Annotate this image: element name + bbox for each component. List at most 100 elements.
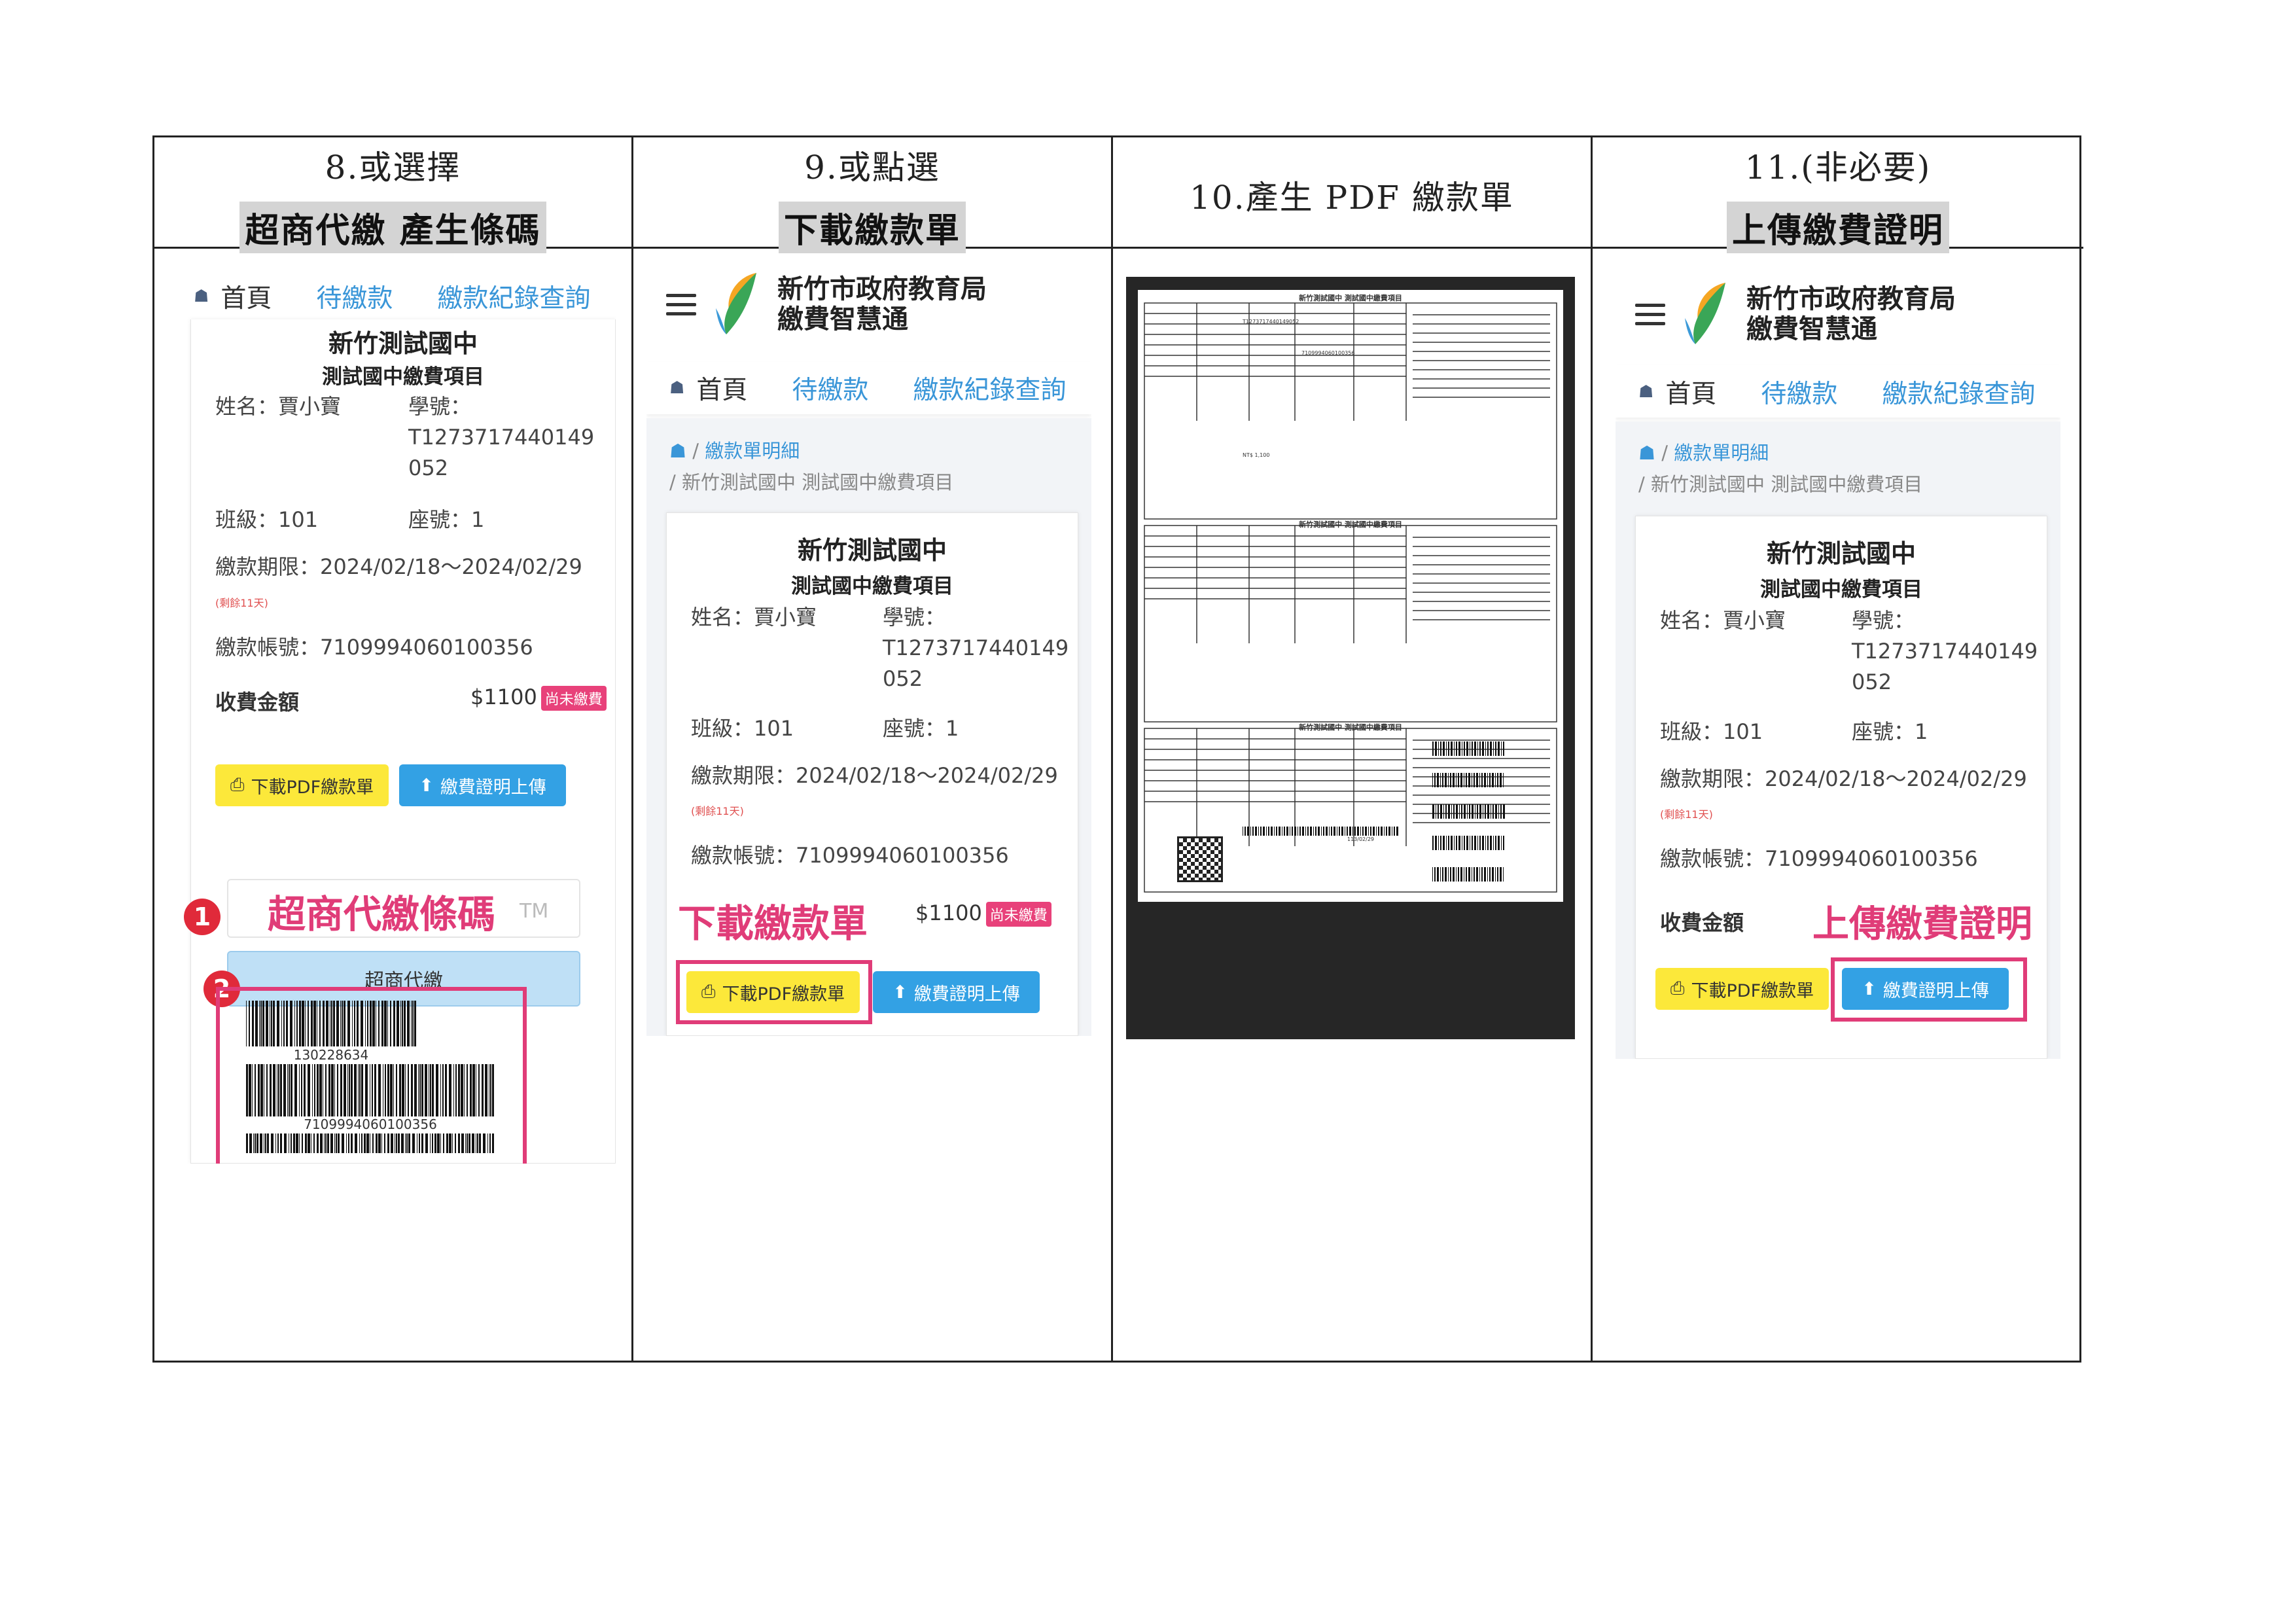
barcode-1: [246, 1001, 416, 1046]
step-11-header: 11.(非必要) 上傳繳費證明: [1593, 137, 2083, 253]
breadcrumb-home-icon[interactable]: ☗: [1638, 442, 1655, 464]
student-id-line2: 052: [883, 666, 923, 691]
step-8-body: ☗ 首頁 待繳款 繳款紀錄查詢 新竹測試國中 測試國中繳費項目 姓名：賈小寶 學號…: [154, 251, 631, 1361]
step-8-header: 8.或選擇 超商代繳 產生條碼: [154, 137, 631, 253]
nav-home[interactable]: ☗ 首頁: [669, 370, 747, 406]
upload-proof-label: 繳費證明上傳: [440, 777, 546, 798]
breadcrumb-home-icon[interactable]: ☗: [669, 440, 686, 462]
nav-pending[interactable]: 待繳款: [316, 278, 393, 315]
upload-highlight-box: [1831, 957, 2027, 1022]
step-9-highlight: 下載繳款單: [778, 202, 966, 253]
breadcrumb-title[interactable]: 繳款單明細: [1674, 442, 1769, 464]
class: 班級：101: [1660, 719, 1763, 744]
student-id-label: 學號：: [1852, 608, 1915, 633]
menu-icon[interactable]: [666, 293, 696, 315]
status-badge: 尚未繳費: [540, 686, 607, 711]
fee-item: 測試國中繳費項目: [791, 575, 953, 598]
menu-icon[interactable]: [1635, 303, 1665, 325]
payment-period: 繳款期限：2024/02/18～2024/02/29: [215, 554, 582, 579]
download-pdf-button[interactable]: ⎙ 下載PDF繳款單: [215, 764, 389, 806]
student-name: 姓名：賈小寶: [215, 394, 342, 419]
payment-account: 繳款帳號：7109994060100356: [1660, 846, 1978, 871]
upload-callout: 上傳繳費證明: [1812, 903, 2032, 946]
logo-icon: [1685, 283, 1725, 344]
class: 班級：101: [691, 716, 794, 741]
amount: $1100 尚未繳費: [470, 685, 607, 711]
bill-card: 新竹測試國中 測試國中繳費項目 姓名：賈小寶 學號： T1273717440149…: [666, 512, 1078, 1036]
student-id-label: 學號：: [883, 605, 946, 630]
fee-item: 測試國中繳費項目: [1760, 578, 1922, 601]
step-8-highlight: 超商代繳 產生條碼: [239, 202, 546, 253]
amount-value: $1100: [470, 685, 537, 709]
step-9-body: 新竹市政府教育局 繳費智慧通 ☗ 首頁 待繳款 繳款紀錄查詢 ☗ / 繳款單明細 / …: [633, 251, 1111, 1361]
callout-number-1: 1: [184, 899, 221, 935]
pdf-page: 新竹測試國中 測試國中繳費項目 新竹測試國中 測試國中繳費項目 新竹測試國中 測…: [1138, 290, 1563, 902]
payment-period: 繳款期限：2024/02/18～2024/02/29: [1660, 766, 2027, 791]
nav-history[interactable]: 繳款紀錄查詢: [913, 370, 1066, 406]
breadcrumb: ☗ / 繳款單明細 / 新竹測試國中 測試國中繳費項目: [669, 440, 954, 493]
nav-history[interactable]: 繳款紀錄查詢: [437, 278, 590, 315]
class: 班級：101: [215, 507, 319, 532]
upload-proof-button[interactable]: ⬆ 繳費證明上傳: [399, 764, 566, 806]
nav-pending[interactable]: 待繳款: [1761, 374, 1837, 410]
student-id-label: 學號：: [408, 394, 472, 419]
home-icon: ☗: [669, 378, 685, 398]
amount-value: $1100: [915, 901, 982, 925]
amount-label: 收費金額: [1660, 910, 1744, 935]
upload-icon: ⬆: [419, 775, 434, 796]
upload-proof-label: 繳費證明上傳: [913, 984, 1020, 1005]
fee-item: 測試國中繳費項目: [322, 365, 484, 389]
payment-account: 繳款帳號：7109994060100356: [215, 635, 533, 660]
seat: 座號：1: [1852, 719, 1928, 744]
student-name: 姓名：賈小寶: [1660, 608, 1786, 633]
download-callout: 下載繳款單: [678, 901, 868, 946]
days-left: (剩餘11天): [215, 597, 268, 609]
student-id-line1: T1273717440149: [1852, 639, 2038, 664]
nav-history[interactable]: 繳款紀錄查詢: [1882, 374, 2035, 410]
barcode-callout: 超商代繳條碼: [268, 892, 496, 936]
student-id: 學號： T1273717440149 052: [883, 602, 1069, 694]
step-8-column: 8.或選擇 超商代繳 產生條碼 ☗ 首頁 待繳款 繳款紀錄查詢 新竹測試國中 測試…: [154, 137, 633, 1361]
brand-title: 新竹市政府教育局 繳費智慧通: [777, 274, 987, 334]
pdf-slip-drawing: [1144, 302, 1557, 893]
app-brand: 新竹市政府教育局 繳費智慧通: [1635, 280, 1956, 348]
nav-home-label: 首頁: [221, 284, 272, 313]
school-name: 新竹測試國中: [328, 329, 478, 358]
student-id: 學號： T1273717440149 052: [1852, 605, 2038, 698]
top-nav: ☗ 首頁 待繳款 繳款紀錄查詢: [194, 274, 590, 319]
step-9-caption: 9.或點選: [804, 149, 940, 187]
step-11-column: 11.(非必要) 上傳繳費證明 新竹市政府教育局 繳費智慧通 ☗ 首頁 待繳款 繳款…: [1593, 137, 2083, 1361]
school-name: 新竹測試國中: [1766, 539, 1916, 568]
step-11-highlight: 上傳繳費證明: [1726, 202, 1949, 253]
home-icon: ☗: [194, 287, 209, 306]
student-id-line2: 052: [408, 455, 449, 480]
amount-label: 收費金額: [215, 690, 300, 715]
breadcrumb-path: / 新竹測試國中 測試國中繳費項目: [669, 471, 954, 493]
brand-line2: 繳費智慧通: [777, 304, 908, 334]
app-brand: 新竹市政府教育局 繳費智慧通: [666, 270, 987, 338]
step-11-caption: 11.(非必要): [1744, 149, 1932, 187]
pdf-amount-ref: NT$ 1,100: [1243, 452, 1270, 458]
upload-icon: ⬆: [892, 982, 908, 1003]
breadcrumb-title[interactable]: 繳款單明細: [705, 440, 800, 462]
logo-icon: [716, 273, 756, 334]
nav-pending[interactable]: 待繳款: [792, 370, 868, 406]
nav-home-label: 首頁: [696, 376, 748, 405]
student-id-line1: T1273717440149: [408, 425, 595, 450]
seat: 座號：1: [408, 507, 485, 532]
days-left: (剩餘11天): [691, 805, 744, 817]
barcode-1-number: 130228634: [293, 1047, 369, 1063]
printer-icon: ⎙: [230, 775, 245, 795]
nav-home[interactable]: ☗ 首頁: [194, 278, 272, 315]
upload-proof-button[interactable]: ⬆ 繳費證明上傳: [873, 971, 1040, 1013]
printer-icon: ⎙: [1670, 978, 1685, 999]
nav-home[interactable]: ☗ 首頁: [1638, 374, 1716, 410]
download-highlight-box: [676, 960, 872, 1024]
step-10-column: 10.產生 PDF 繳款單 新竹測試國中 測試國中繳費項目 新竹測試國中 測試國…: [1113, 137, 1593, 1361]
payment-period: 繳款期限：2024/02/18～2024/02/29: [691, 763, 1058, 788]
student-id: 學號： T1273717440149 052: [408, 391, 594, 484]
step-10-caption: 10.產生 PDF 繳款單: [1190, 179, 1514, 217]
download-pdf-button[interactable]: ⎙ 下載PDF繳款單: [1655, 968, 1829, 1010]
days-left: (剩餘11天): [1660, 808, 1713, 821]
top-nav: ☗ 首頁 待繳款 繳款紀錄查詢: [1638, 369, 2035, 415]
